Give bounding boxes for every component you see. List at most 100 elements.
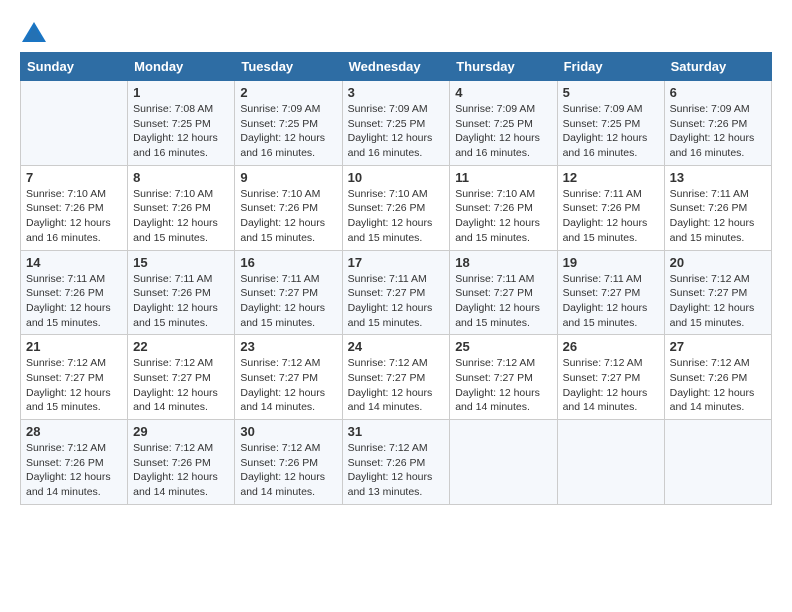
calendar-week-row: 21 Sunrise: 7:12 AMSunset: 7:27 PMDayligh… — [21, 335, 772, 420]
day-info: Sunrise: 7:12 AMSunset: 7:27 PMDaylight:… — [670, 272, 766, 331]
day-number: 5 — [563, 85, 659, 100]
logo — [20, 20, 52, 44]
day-number: 15 — [133, 255, 229, 270]
day-number: 30 — [240, 424, 336, 439]
day-number: 8 — [133, 170, 229, 185]
page-header — [20, 20, 772, 44]
day-info: Sunrise: 7:12 AMSunset: 7:26 PMDaylight:… — [670, 356, 766, 415]
weekday-header-monday: Monday — [128, 53, 235, 81]
calendar-cell: 30 Sunrise: 7:12 AMSunset: 7:26 PMDayligh… — [235, 420, 342, 505]
day-number: 2 — [240, 85, 336, 100]
day-number: 31 — [348, 424, 445, 439]
day-info: Sunrise: 7:11 AMSunset: 7:26 PMDaylight:… — [133, 272, 229, 331]
calendar-cell: 3 Sunrise: 7:09 AMSunset: 7:25 PMDaylight… — [342, 81, 450, 166]
weekday-header-row: SundayMondayTuesdayWednesdayThursdayFrid… — [21, 53, 772, 81]
day-number: 21 — [26, 339, 122, 354]
day-number: 24 — [348, 339, 445, 354]
calendar-cell: 24 Sunrise: 7:12 AMSunset: 7:27 PMDayligh… — [342, 335, 450, 420]
day-number: 22 — [133, 339, 229, 354]
day-number: 11 — [455, 170, 551, 185]
day-number: 14 — [26, 255, 122, 270]
day-number: 4 — [455, 85, 551, 100]
day-info: Sunrise: 7:09 AMSunset: 7:25 PMDaylight:… — [240, 102, 336, 161]
calendar-cell — [557, 420, 664, 505]
day-info: Sunrise: 7:10 AMSunset: 7:26 PMDaylight:… — [455, 187, 551, 246]
day-info: Sunrise: 7:12 AMSunset: 7:27 PMDaylight:… — [26, 356, 122, 415]
day-info: Sunrise: 7:11 AMSunset: 7:26 PMDaylight:… — [670, 187, 766, 246]
weekday-header-friday: Friday — [557, 53, 664, 81]
day-number: 29 — [133, 424, 229, 439]
day-number: 7 — [26, 170, 122, 185]
day-number: 3 — [348, 85, 445, 100]
day-number: 26 — [563, 339, 659, 354]
day-info: Sunrise: 7:12 AMSunset: 7:26 PMDaylight:… — [26, 441, 122, 500]
day-number: 13 — [670, 170, 766, 185]
calendar-cell: 15 Sunrise: 7:11 AMSunset: 7:26 PMDayligh… — [128, 250, 235, 335]
day-number: 20 — [670, 255, 766, 270]
day-info: Sunrise: 7:12 AMSunset: 7:27 PMDaylight:… — [455, 356, 551, 415]
calendar-cell: 9 Sunrise: 7:10 AMSunset: 7:26 PMDaylight… — [235, 165, 342, 250]
day-info: Sunrise: 7:11 AMSunset: 7:27 PMDaylight:… — [240, 272, 336, 331]
day-number: 9 — [240, 170, 336, 185]
weekday-header-tuesday: Tuesday — [235, 53, 342, 81]
day-info: Sunrise: 7:10 AMSunset: 7:26 PMDaylight:… — [26, 187, 122, 246]
calendar-cell: 31Sunrise: 7:12 AMSunset: 7:26 PMDayligh… — [342, 420, 450, 505]
calendar-cell: 23 Sunrise: 7:12 AMSunset: 7:27 PMDayligh… — [235, 335, 342, 420]
day-info: Sunrise: 7:11 AMSunset: 7:26 PMDaylight:… — [26, 272, 122, 331]
weekday-header-saturday: Saturday — [664, 53, 771, 81]
calendar-cell: 26 Sunrise: 7:12 AMSunset: 7:27 PMDayligh… — [557, 335, 664, 420]
day-info: Sunrise: 7:12 AMSunset: 7:27 PMDaylight:… — [563, 356, 659, 415]
calendar-week-row: 7 Sunrise: 7:10 AMSunset: 7:26 PMDaylight… — [21, 165, 772, 250]
calendar-week-row: 28 Sunrise: 7:12 AMSunset: 7:26 PMDayligh… — [21, 420, 772, 505]
day-info: Sunrise: 7:09 AMSunset: 7:25 PMDaylight:… — [455, 102, 551, 161]
weekday-header-thursday: Thursday — [450, 53, 557, 81]
day-info: Sunrise: 7:12 AMSunset: 7:27 PMDaylight:… — [133, 356, 229, 415]
calendar-cell: 18Sunrise: 7:11 AMSunset: 7:27 PMDayligh… — [450, 250, 557, 335]
calendar-cell — [664, 420, 771, 505]
day-info: Sunrise: 7:09 AMSunset: 7:25 PMDaylight:… — [348, 102, 445, 161]
day-info: Sunrise: 7:11 AMSunset: 7:27 PMDaylight:… — [348, 272, 445, 331]
calendar-cell: 29 Sunrise: 7:12 AMSunset: 7:26 PMDayligh… — [128, 420, 235, 505]
day-number: 19 — [563, 255, 659, 270]
calendar-cell: 7 Sunrise: 7:10 AMSunset: 7:26 PMDaylight… — [21, 165, 128, 250]
day-info: Sunrise: 7:11 AMSunset: 7:27 PMDaylight:… — [563, 272, 659, 331]
day-number: 16 — [240, 255, 336, 270]
calendar-cell: 13 Sunrise: 7:11 AMSunset: 7:26 PMDayligh… — [664, 165, 771, 250]
day-info: Sunrise: 7:09 AMSunset: 7:26 PMDaylight:… — [670, 102, 766, 161]
day-info: Sunrise: 7:11 AMSunset: 7:27 PMDaylight:… — [455, 272, 551, 331]
day-number: 17 — [348, 255, 445, 270]
calendar-cell: 6 Sunrise: 7:09 AMSunset: 7:26 PMDaylight… — [664, 81, 771, 166]
day-info: Sunrise: 7:10 AMSunset: 7:26 PMDaylight:… — [133, 187, 229, 246]
calendar-cell: 8 Sunrise: 7:10 AMSunset: 7:26 PMDaylight… — [128, 165, 235, 250]
day-info: Sunrise: 7:11 AMSunset: 7:26 PMDaylight:… — [563, 187, 659, 246]
calendar-cell: 19 Sunrise: 7:11 AMSunset: 7:27 PMDayligh… — [557, 250, 664, 335]
weekday-header-wednesday: Wednesday — [342, 53, 450, 81]
calendar-week-row: 14 Sunrise: 7:11 AMSunset: 7:26 PMDayligh… — [21, 250, 772, 335]
day-number: 23 — [240, 339, 336, 354]
calendar-cell: 5Sunrise: 7:09 AMSunset: 7:25 PMDaylight… — [557, 81, 664, 166]
calendar-cell — [450, 420, 557, 505]
day-info: Sunrise: 7:12 AMSunset: 7:27 PMDaylight:… — [240, 356, 336, 415]
day-number: 27 — [670, 339, 766, 354]
day-number: 1 — [133, 85, 229, 100]
calendar-cell: 27 Sunrise: 7:12 AMSunset: 7:26 PMDayligh… — [664, 335, 771, 420]
day-info: Sunrise: 7:12 AMSunset: 7:27 PMDaylight:… — [348, 356, 445, 415]
day-info: Sunrise: 7:12 AMSunset: 7:26 PMDaylight:… — [240, 441, 336, 500]
calendar-cell: 11 Sunrise: 7:10 AMSunset: 7:26 PMDayligh… — [450, 165, 557, 250]
calendar-cell — [21, 81, 128, 166]
logo-icon — [20, 20, 48, 44]
calendar-cell: 25Sunrise: 7:12 AMSunset: 7:27 PMDayligh… — [450, 335, 557, 420]
calendar-cell: 16 Sunrise: 7:11 AMSunset: 7:27 PMDayligh… — [235, 250, 342, 335]
weekday-header-sunday: Sunday — [21, 53, 128, 81]
day-info: Sunrise: 7:12 AMSunset: 7:26 PMDaylight:… — [133, 441, 229, 500]
day-info: Sunrise: 7:08 AMSunset: 7:25 PMDaylight:… — [133, 102, 229, 161]
day-number: 6 — [670, 85, 766, 100]
calendar-week-row: 1 Sunrise: 7:08 AMSunset: 7:25 PMDaylight… — [21, 81, 772, 166]
calendar-table: SundayMondayTuesdayWednesdayThursdayFrid… — [20, 52, 772, 505]
calendar-cell: 22 Sunrise: 7:12 AMSunset: 7:27 PMDayligh… — [128, 335, 235, 420]
day-number: 28 — [26, 424, 122, 439]
calendar-cell: 20 Sunrise: 7:12 AMSunset: 7:27 PMDayligh… — [664, 250, 771, 335]
day-info: Sunrise: 7:10 AMSunset: 7:26 PMDaylight:… — [240, 187, 336, 246]
calendar-cell: 2 Sunrise: 7:09 AMSunset: 7:25 PMDaylight… — [235, 81, 342, 166]
day-info: Sunrise: 7:10 AMSunset: 7:26 PMDaylight:… — [348, 187, 445, 246]
